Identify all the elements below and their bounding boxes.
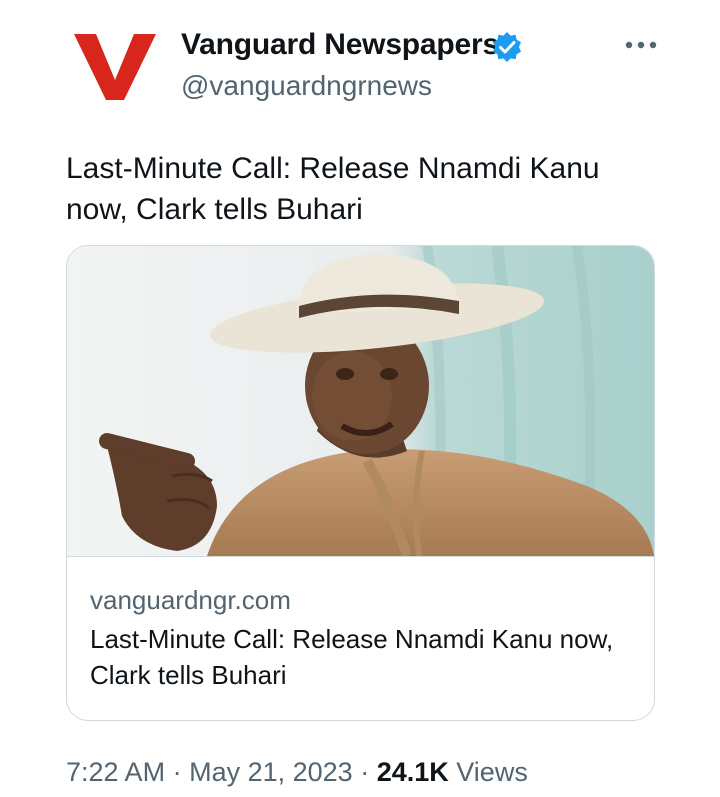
tweet-date[interactable]: May 21, 2023	[189, 757, 353, 787]
tweet-meta: 7:22 AM · May 21, 2023 · 24.1K Views	[66, 757, 528, 788]
card-domain: vanguardngr.com	[90, 585, 291, 615]
separator-dot: ·	[172, 757, 190, 787]
account-handle[interactable]: @vanguardngrnews	[181, 70, 432, 102]
tweet-text: Last-Minute Call: Release Nnamdi Kanu no…	[66, 152, 600, 226]
link-preview-card[interactable]: vanguardngr.com Last-Minute Call: Releas…	[66, 245, 655, 721]
card-title: Last-Minute Call: Release Nnamdi Kanu no…	[90, 624, 614, 690]
verified-badge-icon	[491, 31, 523, 63]
account-avatar[interactable]	[72, 30, 158, 102]
display-name[interactable]: Vanguard Newspapers	[181, 28, 499, 62]
separator-dot: ·	[360, 757, 377, 787]
vanguard-logo	[74, 34, 156, 100]
views-count: 24.1K	[376, 757, 449, 787]
card-divider	[67, 556, 654, 557]
tweet-time[interactable]: 7:22 AM	[66, 757, 165, 787]
views-label: Views	[456, 757, 528, 787]
more-options-icon[interactable]	[624, 38, 658, 52]
card-image	[67, 246, 654, 558]
